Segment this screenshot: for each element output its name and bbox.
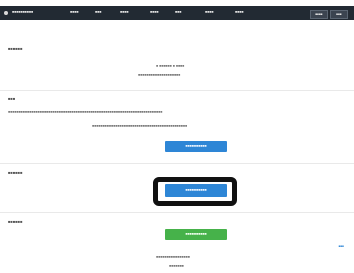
section-2-label: ■■■: [8, 96, 16, 101]
section-1-label: ■■■■■■: [8, 46, 23, 51]
top-navigation-bar: ■■■■■■■■■■ ■■■■ ■■■ ■■■■ ■■■■ ■■■ ■■■■ ■…: [0, 6, 354, 20]
header-button-primary[interactable]: ■■■■: [310, 10, 328, 19]
menu-item-3[interactable]: ■■■■: [120, 10, 128, 14]
divider-3: [0, 212, 354, 213]
menu-item-2[interactable]: ■■■: [95, 10, 101, 14]
section-4-side-link[interactable]: ■■■: [339, 244, 344, 248]
menu-item-5[interactable]: ■■■: [175, 10, 181, 14]
section-1-line-1: ■ ■■■■■■ ■ ■■■■: [156, 64, 185, 68]
divider-1: [0, 90, 354, 91]
section-4-footer-sub: ■■■■■■■: [169, 264, 184, 268]
section-2-blue-button[interactable]: ■■■■■■■■■■: [165, 141, 227, 152]
menu-item-home[interactable]: ■■■■■■■■■■: [12, 10, 33, 14]
section-2-paragraph-1: ■■■■■■■■■■■■■■■■■■■■■■■■■■■■■■■■■■■■■■■■…: [8, 110, 163, 114]
header-button-secondary[interactable]: ■■■: [330, 10, 348, 19]
highlight-frame: [153, 177, 237, 206]
divider-2: [0, 163, 354, 164]
section-2-paragraph-2: ■■■■■■■■■■■■■■■■■■■■■■■■■■■■■■■■■■■■■■■■…: [92, 124, 188, 128]
menu-item-7[interactable]: ■■■■: [235, 10, 243, 14]
section-3-label: ■■■■■■: [8, 170, 23, 175]
menu-item-4[interactable]: ■■■■: [150, 10, 158, 14]
menu-item-6[interactable]: ■■■■: [205, 10, 213, 14]
section-4-green-button[interactable]: ■■■■■■■■■■: [165, 229, 227, 240]
menu-item-1[interactable]: ■■■■: [70, 10, 78, 14]
section-4-footer-text: ■■■■■■■■■■■■■■■■: [156, 255, 190, 259]
app-logo-icon: [4, 11, 8, 15]
section-4-label: ■■■■■■: [8, 219, 23, 224]
section-1-line-2: ■■■■■■■■■■■■■■■■■■■■: [138, 73, 181, 77]
